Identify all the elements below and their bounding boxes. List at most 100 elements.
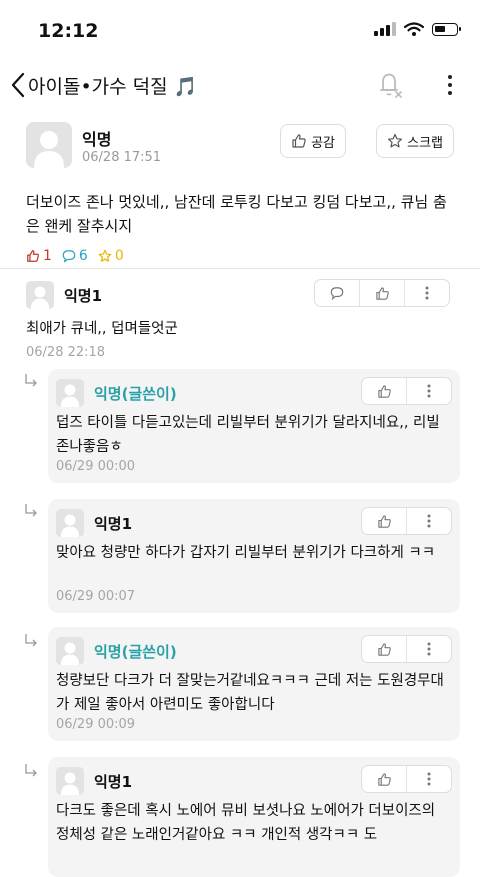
- reply-text: 다크도 좋은데 혹시 노에어 뮤비 보셧나요 노에어가 더보이즈의 정체성 같은…: [56, 803, 436, 843]
- scrap-count: 0: [98, 248, 124, 264]
- reply-arrow-icon: [25, 374, 37, 387]
- avatar: [56, 379, 84, 407]
- post-date: 06/28 17:51: [82, 150, 162, 165]
- star-icon: [388, 133, 403, 148]
- reply-author: 익명(글쓴이): [94, 643, 177, 661]
- reply-actions: [361, 507, 452, 535]
- reply-like-button[interactable]: [362, 766, 406, 792]
- reply-actions: [361, 377, 452, 405]
- status-icons: [374, 22, 461, 36]
- reply-author: 익명(글쓴이): [94, 385, 177, 403]
- more-vertical-icon: [427, 642, 431, 656]
- reply-arrow-icon: [25, 764, 37, 777]
- default-profile-icon: [56, 379, 84, 407]
- avatar: [56, 767, 84, 795]
- reply-actions: [361, 635, 452, 663]
- more-options-button[interactable]: [438, 70, 462, 100]
- more-vertical-icon: [427, 772, 431, 786]
- more-vertical-icon: [425, 286, 429, 300]
- reply-text: 맞아요 청량만 하다가 갑자기 리빌부터 분위기가 다크하게 ㅋㅋ: [56, 545, 436, 561]
- scrap-button[interactable]: 스크랩: [376, 124, 454, 158]
- post-counts: 1 6 0: [26, 248, 454, 264]
- comment-more-button[interactable]: [404, 280, 449, 306]
- reply-author: 익명1: [94, 773, 133, 791]
- comment: 익명1 최애가 큐네,, 덥며들엇군 06/28 22:18: [0, 269, 480, 369]
- reply-more-button[interactable]: [406, 636, 451, 662]
- thumbs-up-icon: [375, 286, 389, 300]
- cellular-signal-icon: [374, 22, 396, 36]
- battery-icon: [432, 22, 461, 36]
- comment-count-value: 6: [78, 248, 88, 264]
- like-count-value: 1: [43, 248, 52, 264]
- reply-author: 익명1: [94, 515, 133, 533]
- wifi-icon: [404, 22, 424, 36]
- reply-date: 06/29 00:07: [56, 589, 136, 604]
- reply-like-button[interactable]: [362, 508, 406, 534]
- scrap-count-value: 0: [114, 248, 124, 264]
- scrap-label: 스크랩: [407, 135, 443, 151]
- reply: 익명1 맞아요 청량만 하다가 갑자기 리빌부터 분위기가 다크하게 ㅋㅋ 06…: [48, 499, 460, 613]
- reply-date: 06/29 00:00: [56, 459, 136, 474]
- thumbs-up-icon: [377, 642, 391, 656]
- like-label: 공감: [311, 135, 335, 151]
- post-header: 익명 06/28 17:51 공감 스크랩: [26, 122, 454, 172]
- reply-button[interactable]: [315, 280, 359, 306]
- avatar: [26, 281, 54, 309]
- comment-like-button[interactable]: [359, 280, 404, 306]
- comment-icon: [62, 250, 76, 263]
- like-count: 1: [26, 248, 52, 264]
- reply-text: 덥즈 타이틀 다듣고있는데 리빌부터 분위기가 달라지네요,, 리빌 존나좋음ㅎ: [56, 415, 440, 455]
- thumbs-up-icon: [292, 134, 306, 148]
- reply: 익명(글쓴이) 청량보단 다크가 더 잘맞는거같네요ㅋㅋㅋ 근데 저는 도원경무…: [48, 627, 460, 741]
- comment-actions: [314, 279, 450, 307]
- avatar: [56, 637, 84, 665]
- comment-icon: [330, 287, 344, 300]
- reply-like-button[interactable]: [362, 378, 406, 404]
- post: 익명 06/28 17:51 공감 스크랩 더보이즈 존나 멋있네,, 남잔데 …: [0, 108, 480, 269]
- reply-more-button[interactable]: [406, 378, 451, 404]
- board-title: 아이돌•가수 덕질 🎵: [28, 76, 198, 98]
- default-profile-icon: [56, 637, 84, 665]
- status-bar: 12:12: [0, 0, 480, 62]
- thumbs-up-icon: [27, 250, 39, 262]
- comment-author: 익명1: [64, 287, 103, 305]
- star-icon: [98, 249, 112, 262]
- reply: 익명(글쓴이) 덥즈 타이틀 다듣고있는데 리빌부터 분위기가 달라지네요,, …: [48, 369, 460, 483]
- default-profile-icon: [26, 122, 72, 168]
- reply-text: 청량보단 다크가 더 잘맞는거같네요ㅋㅋㅋ 근데 저는 도원경무대가 제일 좋아…: [56, 673, 444, 713]
- default-profile-icon: [26, 281, 54, 309]
- reply-arrow-icon: [25, 504, 37, 517]
- thumbs-up-icon: [377, 384, 391, 398]
- reply-list: 익명(글쓴이) 덥즈 타이틀 다듣고있는데 리빌부터 분위기가 달라지네요,, …: [0, 369, 480, 877]
- default-profile-icon: [56, 509, 84, 537]
- comment-text: 최애가 큐네,, 덥며들엇군: [26, 321, 178, 337]
- back-button[interactable]: [6, 70, 30, 100]
- reply-date: 06/29 00:09: [56, 717, 136, 732]
- status-time: 12:12: [38, 20, 99, 42]
- notification-off-button[interactable]: [376, 70, 404, 100]
- chevron-left-icon: [11, 72, 25, 98]
- avatar: [56, 509, 84, 537]
- nav-bar: 아이돌•가수 덕질 🎵: [0, 62, 480, 108]
- dot: [448, 83, 452, 87]
- thumbs-up-icon: [377, 772, 391, 786]
- thumbs-up-icon: [377, 514, 391, 528]
- reply-arrow-icon: [25, 634, 37, 647]
- like-button[interactable]: 공감: [280, 124, 346, 158]
- post-author: 익명: [82, 130, 112, 149]
- reply-actions: [361, 765, 452, 793]
- bell-off-icon: [380, 73, 402, 98]
- reply-like-button[interactable]: [362, 636, 406, 662]
- more-vertical-icon: [427, 384, 431, 398]
- reply-more-button[interactable]: [406, 766, 451, 792]
- avatar: [26, 122, 72, 168]
- more-vertical-icon: [427, 514, 431, 528]
- comment-date: 06/28 22:18: [26, 345, 106, 360]
- post-body: 더보이즈 존나 멋있네,, 남잔데 로투킹 다보고 킹덤 다보고,, 큐님 춤은…: [26, 193, 447, 235]
- default-profile-icon: [56, 767, 84, 795]
- reply-more-button[interactable]: [406, 508, 451, 534]
- dot: [448, 75, 452, 79]
- comment-count: 6: [62, 248, 88, 264]
- dot: [448, 91, 452, 95]
- reply: 익명1 다크도 좋은데 혹시 노에어 뮤비 보셧나요 노에어가 더보이즈의 정체…: [48, 757, 460, 877]
